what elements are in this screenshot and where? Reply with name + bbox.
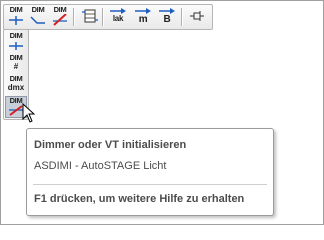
mouse-cursor-icon bbox=[22, 103, 36, 123]
dimmer-add-label: DIM bbox=[9, 5, 23, 14]
pin-icon bbox=[190, 11, 204, 21]
dimmer-number-sub: # bbox=[13, 62, 19, 71]
dimmer-add-icon bbox=[9, 16, 23, 25]
meter-label: m bbox=[138, 14, 148, 25]
toolbar-separator bbox=[102, 8, 103, 26]
tooltip-help-text: F1 drücken, um weitere Hilfe zu erhalten bbox=[34, 193, 245, 205]
pin-button[interactable] bbox=[187, 6, 207, 27]
laser-arrow-button[interactable]: lak bbox=[108, 6, 128, 27]
dimmer-dmx-button[interactable]: DIM dmx bbox=[6, 75, 26, 95]
toolbar-separator bbox=[181, 8, 182, 26]
circuit-table-icon bbox=[82, 9, 98, 23]
tooltip: Dimmer oder VT initialisieren ASDIMI - A… bbox=[26, 128, 274, 216]
meter-arrow-button[interactable]: m bbox=[133, 6, 153, 27]
dimmer-number-label: DIM bbox=[9, 53, 23, 62]
toolbar-separator bbox=[73, 8, 74, 26]
dimmer-add-button[interactable]: DIM bbox=[6, 6, 26, 27]
dimmer-remove-button[interactable]: DIM bbox=[50, 6, 70, 27]
dimmer-curve-label: DIM bbox=[31, 5, 45, 14]
autostage-toolbar: DIM DIM DIM lak m B bbox=[3, 4, 213, 30]
dimmer-curve-icon bbox=[30, 16, 45, 24]
dimmer-dmx-sub: dmx bbox=[7, 83, 25, 92]
dimmer-initialize-label: DIM bbox=[9, 96, 23, 105]
tooltip-divider bbox=[33, 184, 267, 185]
tooltip-description: ASDIMI - AutoSTAGE Licht bbox=[34, 160, 167, 172]
dimmer-number-button[interactable]: DIM # bbox=[6, 54, 26, 74]
dimmer-insert-icon bbox=[9, 42, 23, 50]
beam-arrow-button[interactable]: B bbox=[157, 6, 177, 27]
circuit-table-button[interactable] bbox=[80, 6, 100, 27]
tooltip-title: Dimmer oder VT initialisieren bbox=[34, 139, 187, 151]
laser-label: lak bbox=[112, 14, 124, 23]
dimmer-curve-button[interactable]: DIM bbox=[28, 6, 48, 27]
dimmer-remove-label: DIM bbox=[53, 5, 67, 14]
dimmer-dmx-label: DIM bbox=[9, 74, 23, 83]
dimmer-insert-button[interactable]: DIM bbox=[6, 32, 26, 52]
beam-label: B bbox=[163, 14, 171, 25]
dimmer-insert-label: DIM bbox=[9, 31, 23, 40]
dimmer-remove-icon bbox=[53, 14, 67, 26]
